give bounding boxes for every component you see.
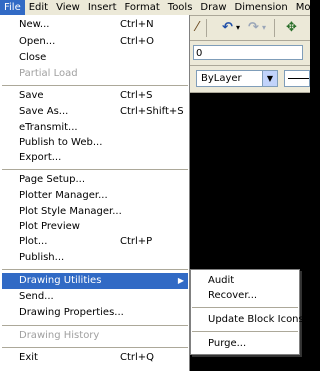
menu-item-label: Partial Load (19, 68, 78, 79)
submenu-item-audit[interactable]: Audit (192, 273, 298, 289)
menu-item-label: Page Setup... (19, 174, 86, 185)
menu-item-label: Plotter Manager... (19, 190, 108, 201)
redo-icon[interactable]: ↷ (248, 17, 259, 39)
menu-item-etransmit[interactable]: eTransmit... (2, 120, 188, 136)
menu-item-label: Drawing History (19, 330, 100, 341)
menu-separator (2, 169, 188, 170)
menu-item-label: Save (19, 90, 44, 101)
submenu-arrow-icon: ▶ (177, 276, 184, 285)
menu-separator (2, 85, 188, 86)
linetype-combo[interactable] (284, 70, 310, 87)
menu-item-label: Close (19, 52, 47, 63)
submenu-item-label: Purge... (208, 338, 247, 349)
menu-item-label: Open... (19, 36, 56, 47)
menu-item-exit[interactable]: Exit Ctrl+Q (2, 350, 188, 366)
submenu-item-label: Audit (208, 275, 235, 286)
menu-separator (2, 269, 188, 270)
menu-item-plotter-manager[interactable]: Plotter Manager... (2, 188, 188, 204)
menu-item-new[interactable]: New... Ctrl+N (2, 17, 188, 33)
menu-item-shortcut: Ctrl+Q (120, 352, 155, 363)
chevron-down-icon[interactable]: ▼ (262, 71, 277, 86)
menu-item-drawing-utilities[interactable]: Drawing Utilities ▶ (2, 273, 188, 289)
menu-item-label: Publish... (19, 252, 65, 263)
undo-icon[interactable]: ↶ (222, 17, 233, 39)
menu-item-drawing-properties[interactable]: Drawing Properties... (2, 305, 188, 321)
menu-item-close[interactable]: Close (2, 50, 188, 66)
menu-dimension[interactable]: Dimension (231, 0, 292, 15)
menu-item-export[interactable]: Export... (2, 150, 188, 166)
layer-combo[interactable]: ByLayer ▼ (196, 70, 278, 87)
brush-icon[interactable]: ⁄ (196, 17, 198, 39)
submenu-item-update-block-icons[interactable]: Update Block Icons (192, 312, 304, 328)
menu-item-label: Publish to Web... (19, 137, 103, 148)
menu-draw[interactable]: Draw (196, 0, 230, 15)
drawing-utilities-submenu: Audit Recover... Update Block Icons Purg… (190, 269, 304, 355)
menu-item-plot-style-manager[interactable]: Plot Style Manager... (2, 204, 188, 220)
submenu-item-label: Update Block Icons (208, 314, 304, 325)
menu-item-drawing-history: Drawing History (2, 328, 188, 344)
menu-item-label: Plot... (19, 236, 48, 247)
menu-item-save[interactable]: Save Ctrl+S (2, 88, 188, 104)
layer-name-field[interactable]: 0 (193, 45, 303, 60)
menu-item-label: Send... (19, 291, 54, 302)
toolbar-separator (206, 19, 207, 37)
submenu-separator (192, 307, 298, 308)
properties-toolbar: ByLayer ▼ (190, 66, 310, 93)
menu-separator (2, 325, 188, 326)
menu-item-label: Drawing Utilities (19, 275, 102, 286)
menu-item-shortcut: Ctrl+N (120, 19, 154, 30)
layer-combo-value: ByLayer (201, 73, 242, 84)
standard-toolbar: ⁄ ↶ ▾ ↷ ▾ ✥ (190, 16, 310, 41)
menu-item-label: Export... (19, 152, 62, 163)
menu-modify[interactable]: Modify (292, 0, 320, 15)
menu-item-shortcut: Ctrl+S (120, 90, 153, 101)
menu-tools[interactable]: Tools (164, 0, 197, 15)
menu-edit[interactable]: Edit (25, 0, 52, 15)
menu-item-shortcut: Ctrl+P (120, 236, 153, 247)
menu-item-label: eTransmit... (19, 122, 78, 133)
menu-item-shortcut: Ctrl+O (120, 36, 155, 47)
menu-bar: File Edit View Insert Format Tools Draw … (0, 0, 320, 16)
workspace-toolbar: 0 (190, 41, 310, 66)
menu-item-plot-preview[interactable]: Plot Preview (2, 219, 188, 235)
undo-dropdown-icon[interactable]: ▾ (236, 17, 240, 39)
submenu-item-purge[interactable]: Purge... (192, 336, 298, 352)
submenu-item-label: Recover... (208, 290, 258, 301)
menu-format[interactable]: Format (121, 0, 164, 15)
menu-item-page-setup[interactable]: Page Setup... (2, 172, 188, 188)
menu-item-partial-load: Partial Load (2, 66, 188, 82)
linetype-preview (288, 78, 309, 79)
redo-dropdown-icon[interactable]: ▾ (262, 17, 266, 39)
menu-view[interactable]: View (52, 0, 84, 15)
menu-item-publish[interactable]: Publish... (2, 250, 188, 266)
menu-item-save-as[interactable]: Save As... Ctrl+Shift+S (2, 104, 188, 120)
menu-item-label: Drawing Properties... (19, 307, 124, 318)
menu-item-send[interactable]: Send... (2, 289, 188, 305)
menu-item-label: Plot Preview (19, 221, 80, 232)
submenu-separator (192, 331, 298, 332)
menu-item-publish-to-web[interactable]: Publish to Web... (2, 135, 188, 151)
menu-item-open[interactable]: Open... Ctrl+O (2, 34, 188, 50)
menu-item-label: New... (19, 19, 50, 30)
pan-icon[interactable]: ✥ (286, 17, 297, 39)
menu-item-label: Save As... (19, 106, 69, 117)
submenu-item-recover[interactable]: Recover... (192, 288, 298, 304)
menu-file[interactable]: File (0, 0, 25, 15)
menu-item-shortcut: Ctrl+Shift+S (120, 106, 184, 117)
menu-item-plot[interactable]: Plot... Ctrl+P (2, 234, 188, 250)
menu-insert[interactable]: Insert (84, 0, 121, 15)
menu-separator (2, 347, 188, 348)
toolbar-separator (274, 19, 275, 37)
file-menu: New... Ctrl+N Open... Ctrl+O Close Parti… (0, 15, 190, 371)
menu-item-label: Plot Style Manager... (19, 206, 122, 217)
menu-item-label: Exit (19, 352, 38, 363)
